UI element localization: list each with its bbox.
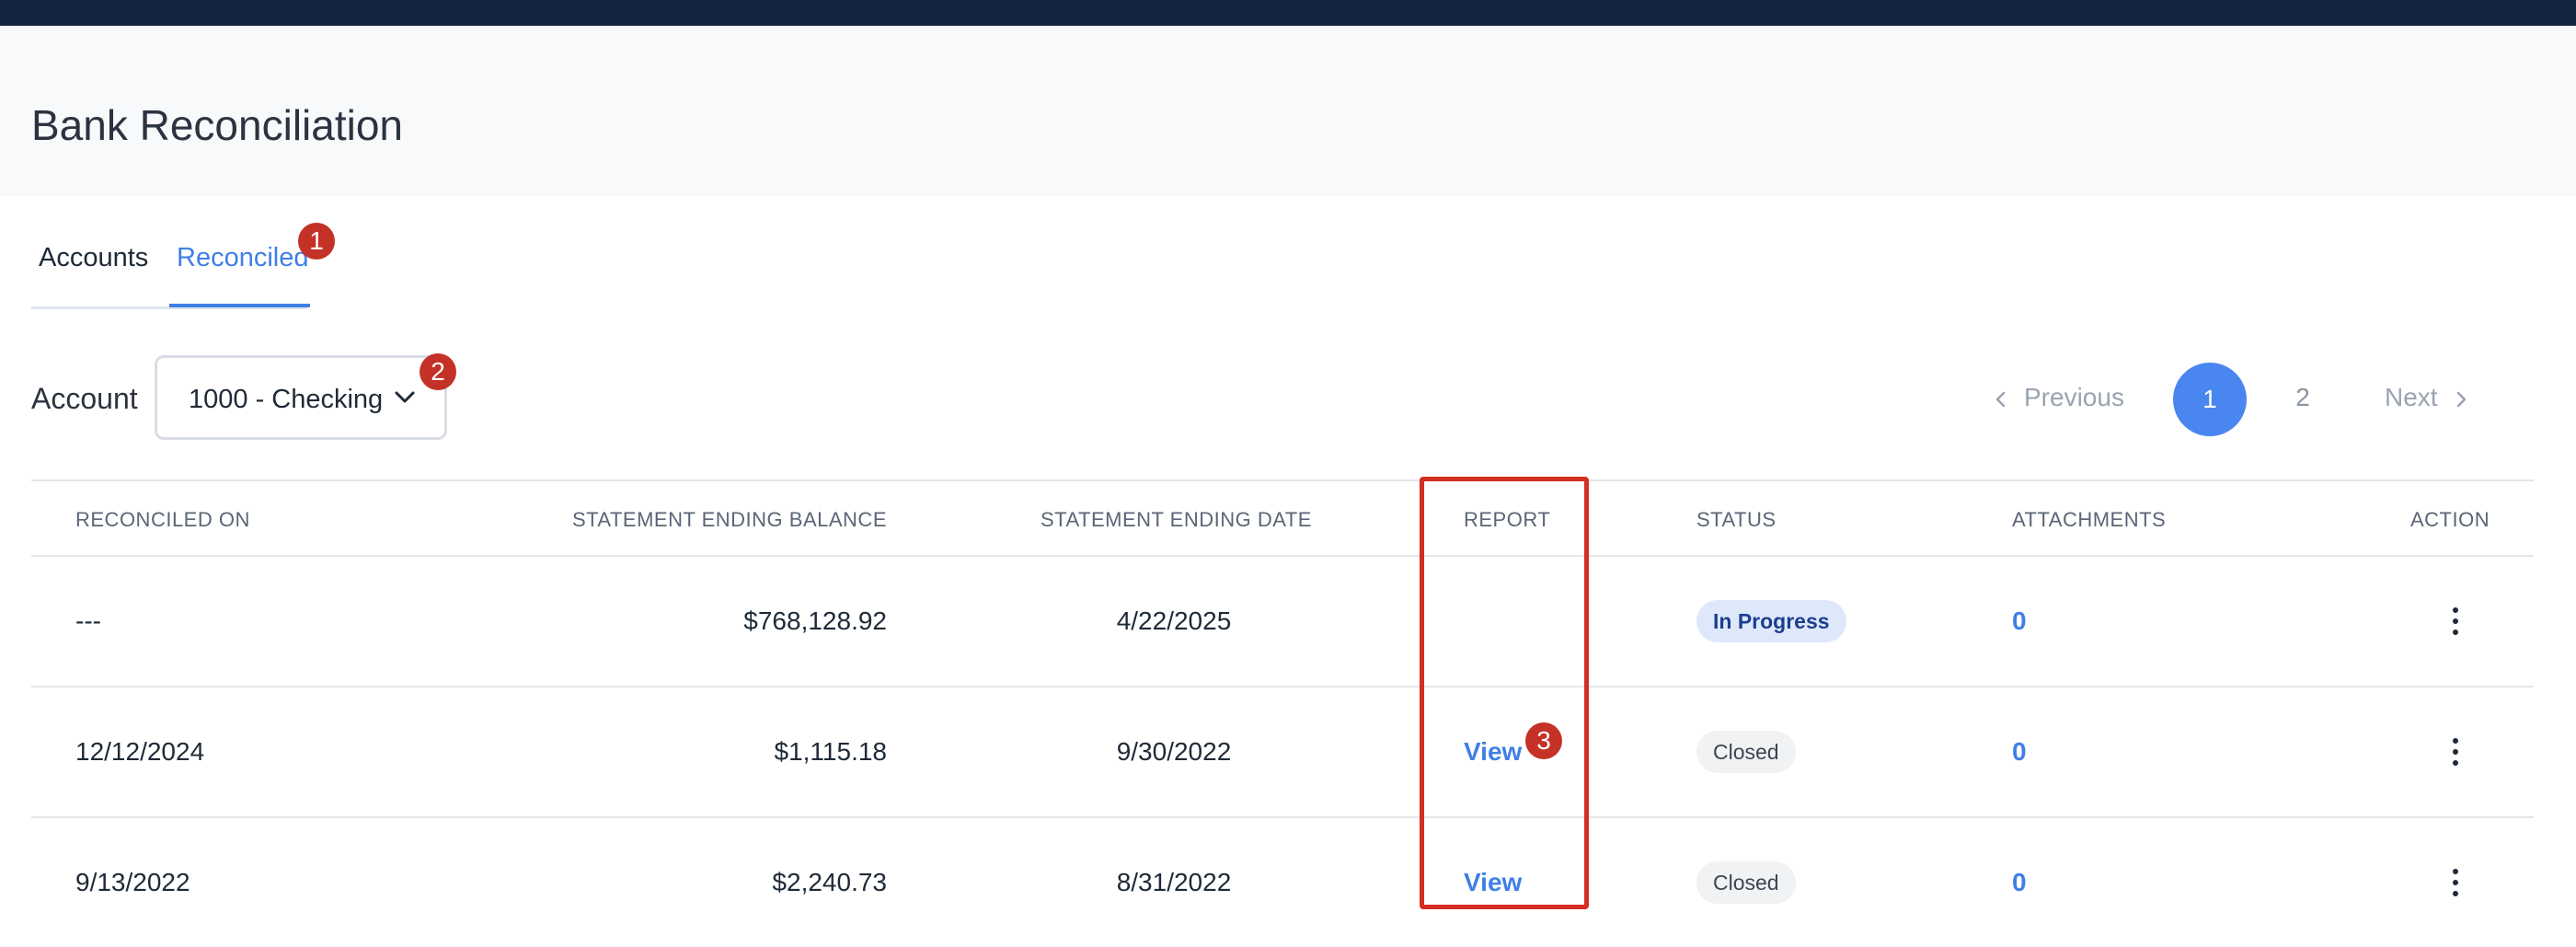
previous-page-label: Previous [2024,383,2124,411]
status-badge: Closed [1696,731,1796,773]
next-page-button[interactable]: Next [2385,381,2471,414]
next-page-label: Next [2385,383,2438,411]
annotation-marker-2: 2 [420,353,456,390]
cell-reconciled-on: 12/12/2024 [75,737,205,766]
report-view-link[interactable]: View [1464,866,1522,899]
column-header-statement-ending-date: STATEMENT ENDING DATE [1041,508,1312,531]
cell-reconciled-on: --- [75,606,101,635]
account-filter-label: Account [31,382,138,415]
attachments-count-link[interactable]: 0 [2012,605,2027,638]
column-header-action: ACTION [2410,508,2490,531]
more-vertical-icon[interactable] [2444,603,2467,640]
column-header-reconciled-on: RECONCILED ON [75,508,250,531]
cell-statement-ending-date: 4/22/2025 [1116,606,1232,635]
cell-statement-ending-balance: $2,240.73 [772,868,887,896]
previous-page-button[interactable]: Previous [1991,381,2124,414]
annotation-marker-1: 1 [298,223,335,260]
more-vertical-icon[interactable] [2444,864,2467,901]
chevron-down-icon [395,391,415,403]
annotation-marker-3: 3 [1525,722,1562,759]
chevron-right-icon [2456,391,2466,407]
cell-statement-ending-date: 8/31/2022 [1116,868,1232,896]
status-badge: In Progress [1696,600,1846,642]
cell-statement-ending-date: 9/30/2022 [1116,737,1232,766]
active-tab-indicator [169,304,310,307]
table-row: 12/12/2024 $1,115.18 9/30/2022 View Clos… [31,687,2534,818]
status-badge: Closed [1696,861,1796,904]
report-view-link[interactable]: View [1464,735,1522,768]
column-header-attachments: ATTACHMENTS [2012,508,2167,531]
column-header-statement-ending-balance: STATEMENT ENDING BALANCE [571,508,887,531]
account-select-value: 1000 - Checking [189,385,384,414]
attachments-count-link[interactable]: 0 [2012,735,2027,768]
tab-bar: Accounts Reconciled [31,212,326,309]
reconciliation-table: RECONCILED ON STATEMENT ENDING BALANCE S… [31,479,2534,930]
tab-reconciled[interactable]: Reconciled [177,239,308,276]
attachments-count-link[interactable]: 0 [2012,866,2027,899]
more-vertical-icon[interactable] [2444,733,2467,770]
cell-statement-ending-balance: $768,128.92 [743,606,887,635]
table-row: 9/13/2022 $2,240.73 8/31/2022 View Close… [31,818,2534,947]
chevron-left-icon [1995,391,2006,407]
tab-accounts[interactable]: Accounts [39,239,148,276]
column-header-report: REPORT [1464,508,1551,531]
pagination: Previous 1 2 Next [1978,359,2493,438]
page-1-button[interactable]: 1 [2173,363,2247,436]
top-navigation-bar [0,0,2576,26]
cell-statement-ending-balance: $1,115.18 [774,737,888,766]
cell-reconciled-on: 9/13/2022 [75,868,190,896]
column-header-status: STATUS [1696,508,1777,531]
page-title: Bank Reconciliation [31,101,404,149]
page-2-button[interactable]: 2 [2289,381,2317,414]
table-header: RECONCILED ON STATEMENT ENDING BALANCE S… [31,481,2534,557]
account-select[interactable]: 1000 - Checking [155,355,447,440]
table-row: --- $768,128.92 4/22/2025 In Progress 0 [31,557,2534,687]
